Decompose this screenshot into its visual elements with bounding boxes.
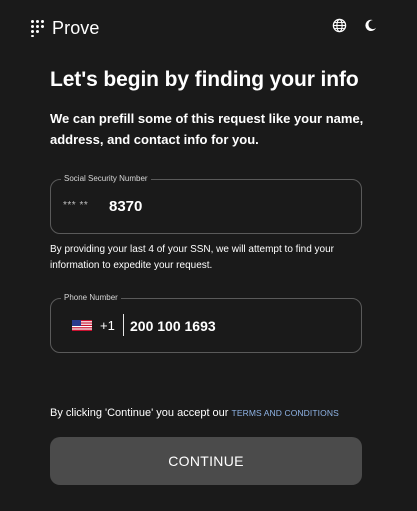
- phone-field: Phone Number +1: [50, 292, 362, 353]
- ssn-field-label: Social Security Number: [61, 173, 151, 185]
- phone-number-input[interactable]: [130, 314, 350, 338]
- globe-icon[interactable]: [332, 18, 347, 33]
- brand-logo[interactable]: Prove: [31, 19, 100, 37]
- ssn-field: Social Security Number *** **: [50, 173, 362, 234]
- consent-text: By clicking 'Continue' you accept our TE…: [50, 405, 339, 421]
- ssn-mask: *** **: [63, 200, 89, 211]
- country-code[interactable]: +1: [100, 317, 115, 335]
- dot-grid-logo-icon: [31, 20, 45, 37]
- brand-name: Prove: [52, 18, 100, 38]
- page-title: Let's begin by finding your info: [50, 68, 359, 91]
- ssn-last4-input[interactable]: [109, 194, 349, 218]
- phone-divider: [123, 314, 124, 336]
- header: Prove: [0, 0, 417, 52]
- us-flag-icon[interactable]: [72, 320, 92, 331]
- phone-field-label: Phone Number: [61, 292, 121, 304]
- intro-text: We can prefill some of this request like…: [50, 111, 364, 147]
- consent-statement: By clicking 'Continue' you accept our: [50, 407, 229, 419]
- terms-link[interactable]: TERMS AND CONDITIONS: [232, 408, 339, 418]
- continue-button[interactable]: CONTINUE: [50, 437, 362, 485]
- page: Prove Let's begin by finding your info W…: [0, 0, 417, 511]
- ssn-note: By providing your last 4 of your SSN, we…: [50, 244, 335, 271]
- moon-icon[interactable]: [363, 18, 378, 33]
